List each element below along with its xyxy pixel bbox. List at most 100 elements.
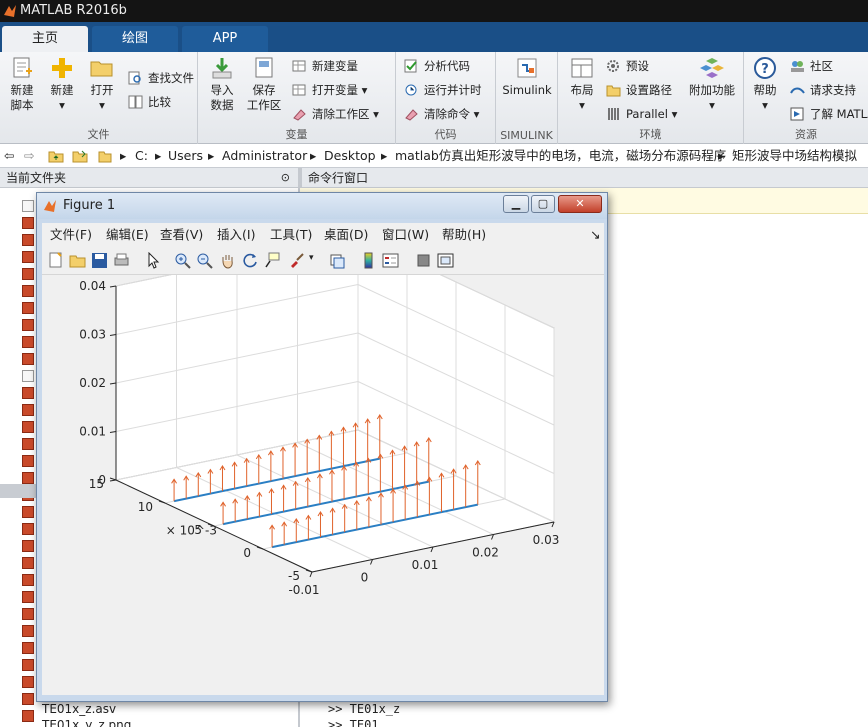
print-icon[interactable]: [113, 252, 130, 269]
png-file-icon: [22, 693, 34, 705]
parallel-icon: [608, 108, 619, 120]
menu-help[interactable]: 帮助(H): [442, 223, 486, 247]
breadcrumb-c[interactable]: C:: [135, 144, 148, 168]
png-file-icon: [22, 404, 34, 416]
environment-group: 布局 ▾ 预设 设置路径 Parallel ▾ 附加功能 ▾ 环境: [558, 52, 744, 144]
brush-icon[interactable]: [288, 252, 305, 269]
zoom-out-icon[interactable]: [196, 252, 213, 269]
dropdown-arrow-icon: ▾: [473, 107, 480, 121]
ribbon-tabs: 主页 绘图 APP: [0, 22, 868, 52]
preferences-button[interactable]: 预设: [606, 56, 649, 76]
command-window-title: 命令行窗口: [308, 171, 369, 185]
brush-dropdown-arrow-icon[interactable]: ▾: [309, 253, 314, 263]
breadcrumb-desktop[interactable]: Desktop: [324, 144, 376, 168]
back-arrow-icon[interactable]: ⇦: [4, 144, 14, 168]
breadcrumb-subfolder[interactable]: 矩形波导中场结构模拟: [732, 144, 857, 168]
app-title-bar: MATLAB R2016b: [0, 0, 868, 22]
z-tick-mark: [109, 285, 117, 288]
menu-view[interactable]: 查看(V): [160, 223, 203, 247]
save-icon[interactable]: [91, 252, 108, 269]
png-file-icon: [22, 455, 34, 467]
file-item-png[interactable]: TE01x_y_z.png: [42, 718, 131, 727]
breadcrumb-separator: ▸: [381, 148, 388, 163]
x-tick-label: 0.03: [533, 533, 560, 547]
png-file-icon: [22, 540, 34, 552]
svg-text:?: ?: [761, 62, 769, 77]
maximize-button[interactable]: ▢: [531, 195, 555, 213]
find-files-button[interactable]: 查找文件: [128, 68, 194, 88]
dropdown-arrow-icon: ▾: [709, 98, 715, 112]
browse-folder-icon[interactable]: [72, 148, 88, 164]
open-file-icon[interactable]: [69, 252, 86, 269]
simulink-button[interactable]: Simulink: [500, 56, 554, 98]
hide-tools-icon[interactable]: [415, 252, 432, 269]
figure-title-bar[interactable]: Figure 1 ▁ ▢ ✕: [37, 193, 607, 219]
breadcrumb-users[interactable]: Users: [168, 144, 203, 168]
minimize-icon: ▁: [511, 197, 521, 210]
plus-icon: [52, 58, 72, 78]
new-figure-icon[interactable]: [47, 252, 64, 269]
variable-group-label: 变量: [285, 128, 308, 141]
command-window-header: 命令行窗口: [302, 168, 868, 188]
zoom-in-icon[interactable]: [174, 252, 191, 269]
up-folder-icon[interactable]: [48, 148, 64, 164]
new-script-button[interactable]: 新建 脚本: [4, 56, 40, 113]
import-data-button[interactable]: 导入 数据: [206, 56, 238, 113]
legend-icon[interactable]: [382, 252, 399, 269]
request-support-button[interactable]: 请求支持: [790, 80, 856, 100]
dropdown-arrow-icon: ▾: [579, 98, 585, 112]
open-button[interactable]: 打开 ▾: [86, 56, 118, 113]
close-button[interactable]: ✕: [558, 195, 602, 213]
png-file-icon: [22, 251, 34, 263]
clear-commands-icon: [405, 109, 418, 121]
pan-icon[interactable]: [219, 252, 236, 269]
tab-plots[interactable]: 绘图: [92, 26, 178, 52]
menu-edit[interactable]: 编辑(E): [106, 223, 149, 247]
layout-icon: [571, 58, 593, 78]
menu-file[interactable]: 文件(F): [50, 223, 92, 247]
run-and-time-button[interactable]: 运行并计时: [404, 80, 482, 100]
open-variable-button[interactable]: 打开变量 ▾: [292, 80, 367, 100]
menu-window[interactable]: 窗口(W): [382, 223, 429, 247]
new-button[interactable]: 新建 ▾: [46, 56, 78, 113]
breadcrumb-administrator[interactable]: Administrator: [222, 144, 307, 168]
quiver3-plot[interactable]: -0.0100.010.020.03-505101500.010.020.030…: [42, 235, 604, 695]
plot-area[interactable]: -0.01 0 0.01 0.02 0.03 -5 0 5 10 15 0 0.01 0.02 0.03 0…: [42, 235, 604, 695]
set-path-button[interactable]: 设置路径: [606, 80, 672, 100]
y-exponent-label: × 10^-3: [166, 524, 217, 538]
learn-matlab-button[interactable]: 了解 MATLAB: [790, 104, 868, 124]
parallel-button[interactable]: Parallel ▾: [606, 104, 677, 124]
file-item-asv[interactable]: TE01x_z.asv: [42, 702, 116, 716]
layout-button[interactable]: 布局 ▾: [564, 56, 600, 113]
data-cursor-icon[interactable]: [264, 252, 281, 269]
help-button[interactable]: ? 帮助 ▾: [748, 56, 782, 113]
menu-insert[interactable]: 插入(I): [217, 223, 255, 247]
compare-button[interactable]: 比较: [128, 92, 171, 112]
address-bar[interactable]: ⇦ ⇨ ▸ C: ▸ Users ▸ Administrator ▸ Deskt…: [0, 144, 868, 168]
pointer-icon[interactable]: [145, 252, 162, 269]
gear-icon: [607, 60, 619, 72]
link-plot-icon[interactable]: [329, 252, 346, 269]
rotate-icon[interactable]: [242, 252, 259, 269]
add-ons-button[interactable]: 附加功能 ▾: [686, 56, 738, 113]
panel-menu-icon[interactable]: ⊙: [281, 168, 290, 188]
clear-commands-button[interactable]: 清除命令 ▾: [404, 104, 479, 124]
figure-title: Figure 1: [63, 198, 116, 213]
menu-desktop[interactable]: 桌面(D): [324, 223, 368, 247]
tab-apps[interactable]: APP: [182, 26, 268, 52]
forward-arrow-icon[interactable]: ⇨: [24, 144, 34, 168]
clear-workspace-button[interactable]: 清除工作区 ▾: [292, 104, 379, 124]
menu-dock-arrow-icon[interactable]: ↘: [590, 223, 600, 247]
tab-home[interactable]: 主页: [2, 26, 88, 52]
analyze-code-button[interactable]: 分析代码: [404, 56, 470, 76]
new-variable-button[interactable]: 新建变量: [292, 56, 358, 76]
save-workspace-button[interactable]: 保存 工作区: [246, 56, 282, 113]
figure-window[interactable]: Figure 1 ▁ ▢ ✕ 文件(F) 编辑(E) 查看(V) 插入(I) 工…: [36, 192, 608, 702]
breadcrumb-project-folder[interactable]: matlab仿真出矩形波导中的电场，电流，磁场分布源码程序: [395, 144, 726, 168]
menu-tools[interactable]: 工具(T): [270, 223, 312, 247]
minimize-button[interactable]: ▁: [503, 195, 529, 213]
app-title: MATLAB R2016b: [20, 3, 127, 18]
community-button[interactable]: 社区: [790, 56, 833, 76]
show-tools-icon[interactable]: [437, 252, 454, 269]
colorbar-icon[interactable]: [360, 252, 377, 269]
